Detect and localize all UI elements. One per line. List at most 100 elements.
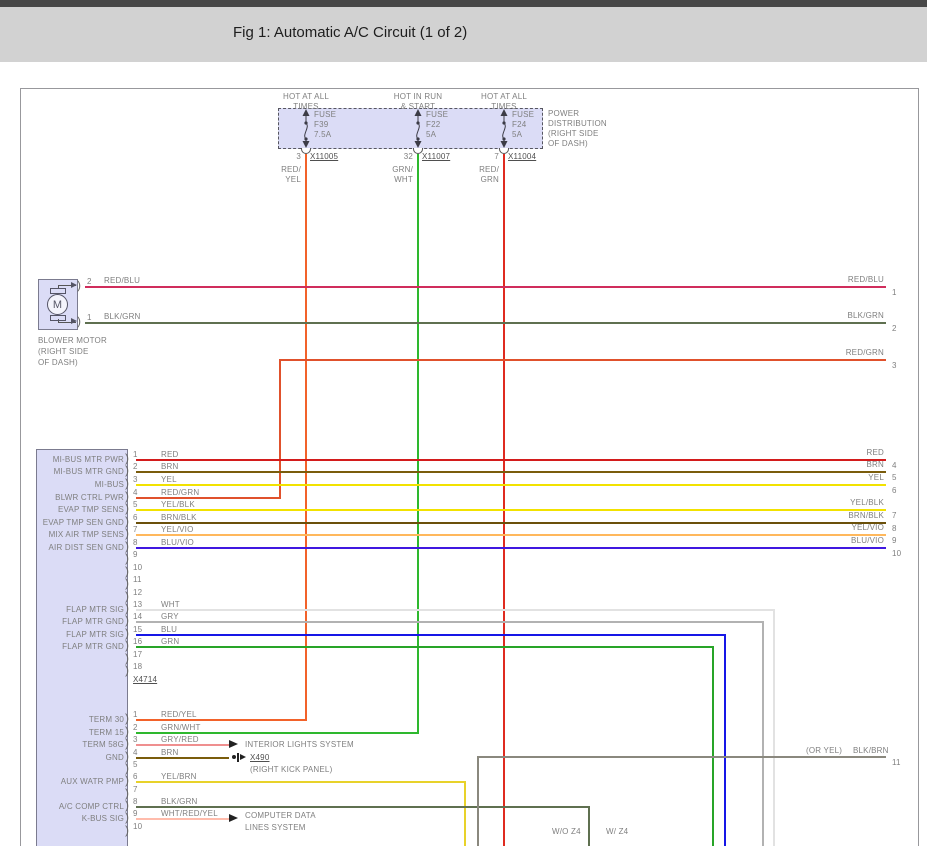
row-number: 6 [892,486,897,495]
wire-red-grn-feed [503,154,505,846]
row-number: 7 [892,511,897,520]
wire-label: RED [866,448,884,457]
fuse-pin-number: 7 [494,152,499,161]
hot-label: HOT AT ALL [282,92,330,101]
module-pin-label: MIX AIR TMP SENS [48,530,124,539]
module-pin-label: TERM 15 [88,728,124,737]
wire-label: BLU/VIO [851,536,884,545]
pin-number: 17 [133,650,143,659]
fuse-rating: 5A [512,130,523,139]
wiring-diagram-viewer: Fig 1: Automatic A/C Circuit (1 of 2) PO… [0,0,927,846]
wire-red-grn [136,497,281,499]
wire-blk-brn [477,756,479,846]
hot-label: HOT IN RUN [393,92,443,101]
pin-number: 18 [133,662,143,671]
fuse-symbol [414,109,422,148]
module-pin-label: TERM 58G [82,740,124,749]
wo-z4-label: W/O Z4 [552,827,581,836]
wire-label: BRN/BLK [848,511,884,520]
wire-red-grn [279,359,886,361]
wire-label: YEL/BLK [850,498,884,507]
wire-blk-grn [85,322,886,324]
power-distribution-label: POWER [548,109,580,118]
interior-lights-note: INTERIOR LIGHTS SYSTEM [245,740,354,749]
pin-number: 12 [133,588,143,597]
fuse-id: F24 [512,120,527,129]
module-pin-label: TERM 30 [88,715,124,724]
fuse-symbol [302,109,310,148]
module-pin-label: A/C COMP CTRL [58,802,124,811]
fuse-id: F39 [314,120,329,129]
wire-red-blu [85,286,886,288]
motor-icon: M [47,294,68,315]
wire-label: BLK/GRN [104,312,141,321]
wire-label: BRN [866,460,884,469]
figure-title: Fig 1: Automatic A/C Circuit (1 of 2) [233,24,468,41]
computer-data-note: COMPUTER DATA [245,811,316,820]
pin-number: 10 [133,563,143,572]
wire-blk-brn [479,756,886,758]
kick-panel-note: (RIGHT KICK PANEL) [250,765,333,774]
title-bar: Fig 1: Automatic A/C Circuit (1 of 2) [0,0,927,62]
pin-socket: ) [77,278,81,292]
wire-label: RED/YEL [161,710,197,719]
module-pin-label: MI-BUS MTR GND [53,467,124,476]
row-number: 11 [892,758,901,767]
pin-number: 10 [133,822,143,831]
module-pin-label: MI-BUS [94,480,124,489]
fuse-rating: 7.5A [314,130,332,139]
pin-number: 4 [133,488,138,497]
pin-number: 1 [133,710,138,719]
module-pin-label: FLAP MTR SIG [66,605,124,614]
wire-label: GRN/WHT [161,723,201,732]
row-number: 3 [892,361,897,370]
wire-option-label: (OR YEL) [806,746,843,755]
ground-connector-icon [232,755,236,759]
wire-label: BLK/GRN [847,311,884,320]
blower-motor-label: BLOWER MOTOR [38,336,107,345]
row-number: 2 [892,324,897,333]
pin-number: 9 [133,550,138,559]
pin-number: 2 [133,723,138,732]
module-pin-label: K-BUS SIG [81,814,124,823]
module-pin-label: AIR DIST SEN GND [48,543,124,552]
row-number: 5 [892,473,897,482]
module-pin-label: FLAP MTR GND [62,642,124,651]
wire-label: RED/BLU [104,276,141,285]
wire-label: YEL/VIO [851,523,884,532]
wire-red-grn [279,359,281,499]
module-pin-label: EVAP TMP SENS [57,505,124,514]
module-pin-label: AUX WATR PMP [60,777,124,786]
offpage-arrow-icon [229,740,238,748]
fuse-id: F22 [426,120,441,129]
connector-link[interactable]: X11004 [508,152,536,162]
wire-label: RED/BLU [847,275,884,284]
wire-label: RED/GRN [161,488,200,497]
module-pin-label: FLAP MTR GND [62,617,124,626]
pin-number: 11 [133,575,142,584]
row-number: 10 [892,549,902,558]
motor-terminal [50,315,66,321]
pin-socket: ) [77,314,81,328]
pin-number: 5 [133,760,138,769]
connector-link[interactable]: X11005 [310,152,338,162]
wire-label: YEL [868,473,884,482]
offpage-arrow-icon [229,814,238,822]
module-pin-label: EVAP TMP SEN GND [42,518,124,527]
wire-label: BLK/BRN [853,746,889,755]
module-pin-label: MI-BUS MTR PWR [52,455,124,464]
connector-link[interactable]: X490 [250,753,269,763]
w-z4-label: W/ Z4 [606,827,629,836]
pin-number: 7 [133,785,138,794]
fuse-pin-number: 3 [296,152,301,161]
motor-letter: M [52,299,63,311]
row-number: 8 [892,524,897,533]
row-number: 9 [892,536,897,545]
connector-link[interactable]: X4714 [133,675,157,685]
row-number: 1 [892,288,897,297]
module-pin-label: BLWR CTRL PWR [55,493,124,502]
module-pin-label: GND [105,753,124,762]
module-pin-label: FLAP MTR SIG [66,630,124,639]
fuse-symbol [500,109,508,148]
connector-link[interactable]: X11007 [422,152,450,162]
